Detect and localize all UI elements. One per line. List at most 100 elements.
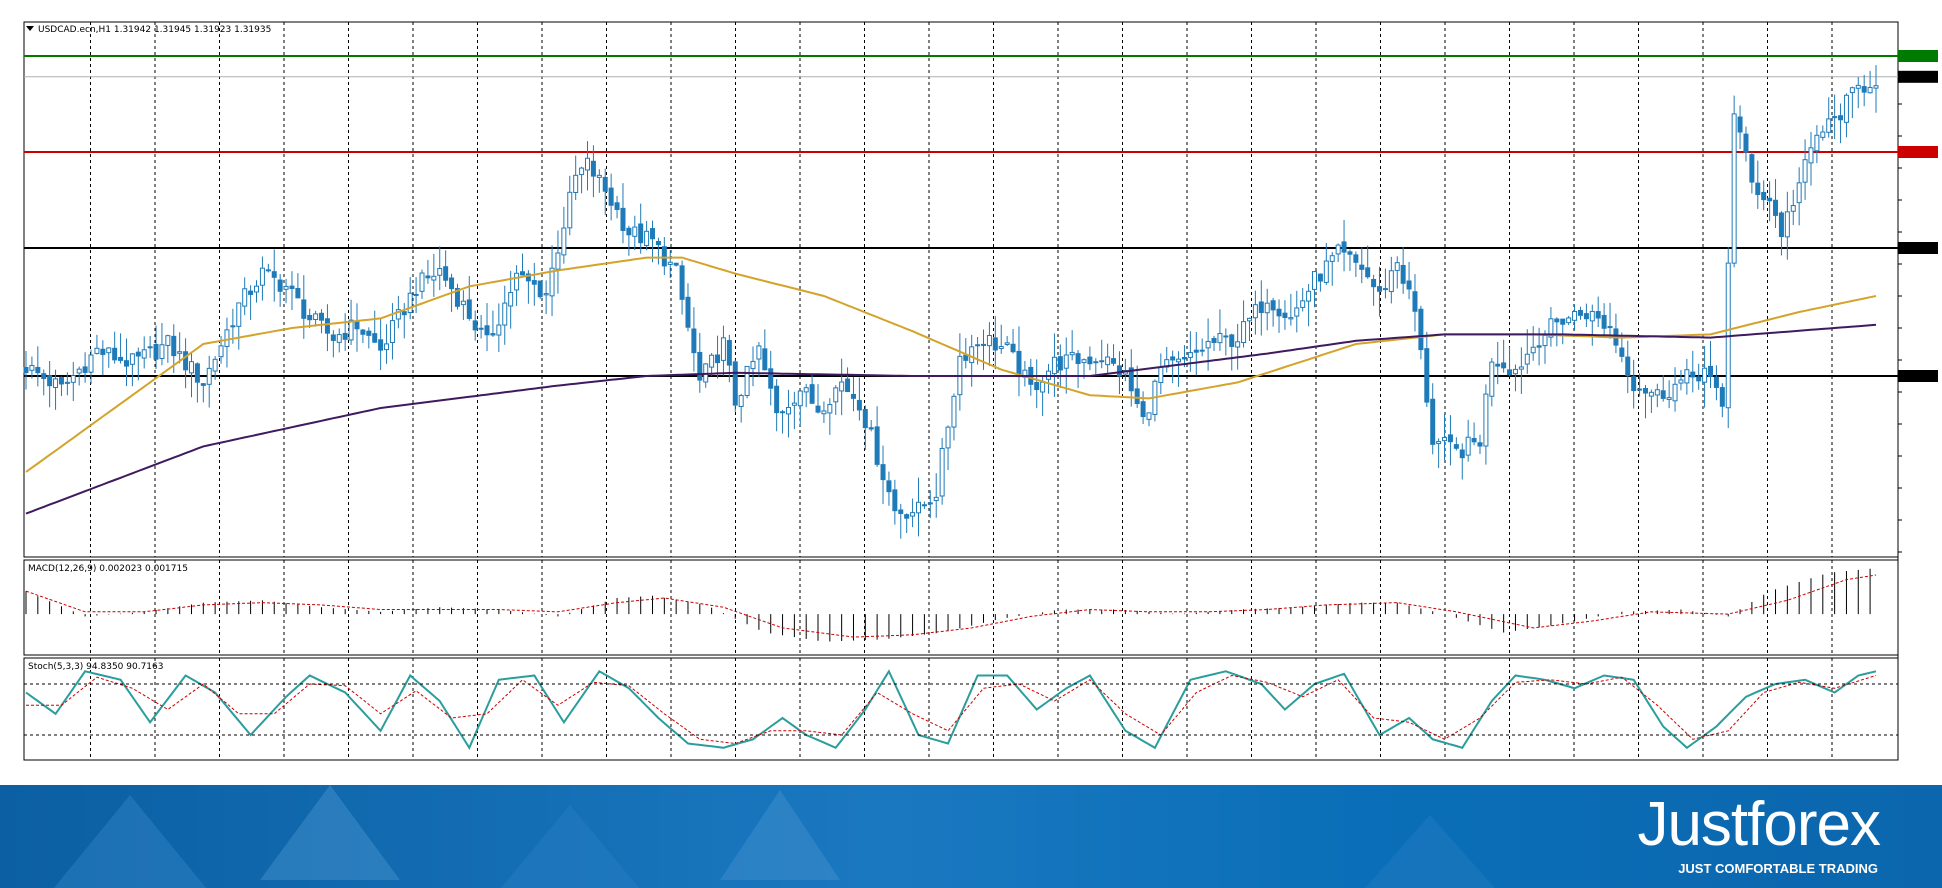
candle-body [271,271,277,278]
candle-body [797,390,803,407]
candle-body [1430,398,1436,445]
candle-body [484,325,490,336]
candle-body [1217,333,1223,344]
candle-body [1572,311,1578,321]
candle-body [655,240,661,246]
candle-body [1276,308,1282,317]
candle-body [1767,197,1773,202]
candle-body [1524,353,1530,365]
candle-body [1146,412,1152,420]
candle-body [53,378,59,388]
candle-body [360,329,366,335]
candle-body [1075,353,1081,365]
candle-body [1512,368,1518,375]
candle-body [372,333,378,343]
candle-body [951,395,957,428]
candle-body [1583,313,1589,320]
candle-body [1642,387,1648,394]
candle-body [1176,358,1182,363]
candle-body [1530,346,1536,354]
candle-body [1294,307,1300,317]
candle-body [910,512,916,517]
candle-body [1323,260,1329,283]
candle-body [927,502,933,505]
candle-body [1447,434,1453,443]
candle-body [1394,262,1400,271]
candle-body [1246,317,1252,322]
candle-body [1796,182,1802,204]
candle-body [1477,442,1483,447]
candle-body [171,335,177,357]
candle-body [1702,367,1708,383]
candle-body [342,332,348,340]
candle-body [986,334,992,347]
candle-body [1069,351,1075,356]
candle-body [1306,290,1312,302]
candle-body [183,351,189,371]
candle-body [1489,361,1495,397]
candle-body [508,292,514,307]
decor-shape [470,805,670,888]
candle-body [567,191,573,229]
candle-body [366,330,372,336]
candle-body [307,314,313,321]
candle-body [519,271,525,276]
macd-indicator [25,568,1877,642]
candle-body [41,373,47,379]
candle-body [632,226,638,237]
candle-body [1867,86,1873,94]
candle-body [135,351,141,357]
candle-body [1849,87,1855,94]
brand-banner: Justforex JUST COMFORTABLE TRADING [0,785,1942,888]
candle-body [248,290,254,295]
candle-body [165,335,171,346]
candle-body [1784,211,1790,238]
candle-body [1034,382,1040,391]
candle-body [709,354,715,368]
candle-body [1648,391,1654,397]
candle-body [992,337,998,351]
candle-body [1406,280,1412,290]
candle-body [561,227,567,256]
collapse-triangle-icon[interactable] [26,26,34,31]
candle-body [626,227,632,236]
candle-body [153,343,159,360]
candle-body [472,320,478,331]
candle-body [1684,369,1690,384]
candle-body [1264,302,1270,314]
candle-body [1536,345,1542,348]
candle-body [543,293,549,296]
candle-body [608,187,614,206]
decor-shape [260,785,400,880]
candle-body [750,360,756,370]
candle-body [177,351,183,354]
candle-body [1737,116,1743,133]
candle-body [1808,147,1814,164]
candle-body [1660,390,1666,399]
candle-body [301,299,307,319]
candle-body [1778,212,1784,238]
candle-body [531,280,537,285]
candle-body [378,339,384,351]
candle-body [58,377,64,385]
candle-body [1560,318,1566,325]
candle-body [413,293,419,296]
candle-body [70,375,76,383]
candle-body [1713,376,1719,388]
candle-body [1601,315,1607,329]
candle-body [1749,154,1755,183]
candle-body [644,230,650,246]
macd-pane [23,559,1899,656]
candle-body [945,426,951,449]
candle-body [874,426,880,465]
candle-body [921,504,927,507]
candle-body [732,361,738,406]
candle-body [1140,401,1146,418]
candle-body [815,405,821,413]
candle-body [1081,359,1087,364]
candle-body [242,288,248,307]
candle-body [1400,264,1406,284]
candle-body [1063,354,1069,369]
candle-body [1270,300,1276,311]
candle-body [425,275,431,279]
